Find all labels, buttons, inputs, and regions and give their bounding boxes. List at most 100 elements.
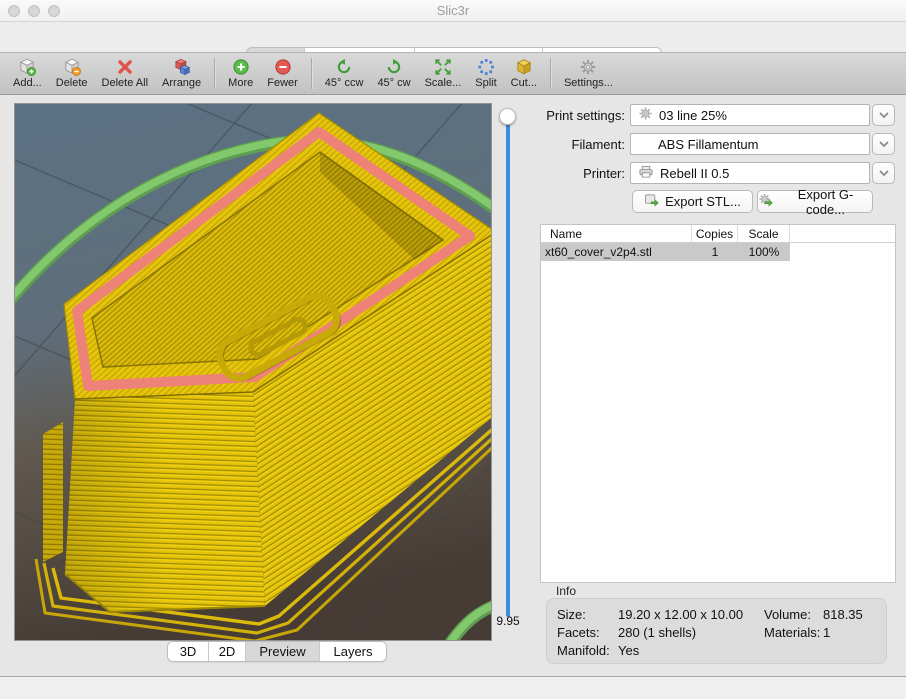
gear-icon bbox=[638, 106, 653, 124]
toolbar-separator bbox=[550, 58, 551, 89]
delete-box-icon bbox=[63, 58, 81, 76]
settings-label: Settings... bbox=[564, 77, 613, 89]
split-button[interactable]: Split bbox=[468, 56, 503, 91]
printer-dropdown-button[interactable] bbox=[872, 162, 895, 184]
split-label: Split bbox=[475, 77, 496, 89]
delete-all-button[interactable]: Delete All bbox=[95, 56, 155, 91]
fewer-minus-icon bbox=[274, 58, 292, 76]
chevron-down-icon bbox=[879, 170, 889, 177]
settings-button[interactable]: Settings... bbox=[557, 56, 620, 91]
gcode-preview-render bbox=[15, 104, 491, 640]
fewer-button[interactable]: Fewer bbox=[260, 56, 305, 91]
print-settings-label: Print settings: bbox=[500, 108, 625, 123]
print-settings-combo[interactable]: 03 line 25% bbox=[630, 104, 870, 126]
main-tabstrip: Plater Print Settings Filament Settings … bbox=[0, 22, 906, 52]
export-gcode-button[interactable]: Export G-code... bbox=[757, 190, 873, 213]
arrange-label: Arrange bbox=[162, 77, 201, 89]
delete-label: Delete bbox=[56, 77, 88, 89]
info-group-title: Info bbox=[556, 584, 576, 598]
column-header-name[interactable]: Name bbox=[541, 225, 692, 242]
add-button[interactable]: Add... bbox=[6, 56, 49, 91]
delete-all-label: Delete All bbox=[102, 77, 148, 89]
printer-icon bbox=[638, 164, 654, 182]
rotate-ccw-icon bbox=[335, 58, 353, 76]
plater-toolbar: Add... Delete Delete All Arrange More bbox=[0, 52, 906, 95]
materials-label: Materials: bbox=[764, 625, 820, 640]
volume-value: 818.35 bbox=[823, 607, 863, 622]
layer-slider-track[interactable] bbox=[506, 117, 510, 617]
print-settings-dropdown-button[interactable] bbox=[872, 104, 895, 126]
model-left-step bbox=[43, 422, 63, 562]
window-title: Slic3r bbox=[0, 3, 906, 18]
scale-button[interactable]: Scale... bbox=[418, 56, 469, 91]
size-label: Size: bbox=[557, 607, 586, 622]
fewer-label: Fewer bbox=[267, 77, 298, 89]
filament-label: Filament: bbox=[500, 137, 625, 152]
scale-label: Scale... bbox=[425, 77, 462, 89]
export-gcode-label: Export G-code... bbox=[779, 187, 872, 217]
split-dots-icon bbox=[477, 58, 495, 76]
add-label: Add... bbox=[13, 77, 42, 89]
delete-button[interactable]: Delete bbox=[49, 56, 95, 91]
object-name-cell: xt60_cover_v2p4.stl bbox=[541, 245, 692, 259]
layer-slider-value: 9.95 bbox=[486, 614, 530, 628]
info-box: Size: 19.20 x 12.00 x 10.00 Volume: 818.… bbox=[546, 598, 887, 664]
rotate-ccw-button[interactable]: 45° ccw bbox=[318, 56, 371, 91]
settings-gear-icon bbox=[579, 58, 597, 76]
manifold-value: Yes bbox=[618, 643, 639, 658]
export-gear-icon bbox=[758, 193, 774, 211]
column-header-filler bbox=[790, 225, 895, 242]
more-plus-icon bbox=[232, 58, 250, 76]
size-value: 19.20 x 12.00 x 10.00 bbox=[618, 607, 743, 622]
facets-value: 280 (1 shells) bbox=[618, 625, 696, 640]
export-stl-label: Export STL... bbox=[665, 194, 741, 209]
view-tab-layers[interactable]: Layers bbox=[319, 642, 386, 661]
print-settings-value: 03 line 25% bbox=[659, 108, 727, 123]
printer-value: Rebell II 0.5 bbox=[660, 166, 729, 181]
column-header-scale[interactable]: Scale bbox=[738, 225, 790, 242]
object-scale-cell: 100% bbox=[738, 245, 790, 259]
chevron-down-icon bbox=[879, 112, 889, 119]
rotate-cw-icon bbox=[385, 58, 403, 76]
rotate-ccw-label: 45° ccw bbox=[325, 77, 364, 89]
manifold-label: Manifold: bbox=[557, 643, 610, 658]
volume-label: Volume: bbox=[764, 607, 811, 622]
table-row[interactable]: xt60_cover_v2p4.stl 1 100% bbox=[541, 243, 790, 261]
plater-3d-viewport[interactable] bbox=[14, 103, 492, 641]
column-header-copies[interactable]: Copies bbox=[692, 225, 738, 242]
rotate-cw-button[interactable]: 45° cw bbox=[370, 56, 417, 91]
cut-label: Cut... bbox=[511, 77, 537, 89]
filament-value: ABS Fillamentum bbox=[658, 137, 758, 152]
object-copies-cell: 1 bbox=[692, 245, 738, 259]
printer-combo[interactable]: Rebell II 0.5 bbox=[630, 162, 870, 184]
delete-all-x-icon bbox=[116, 58, 134, 76]
objects-table[interactable]: Name Copies Scale xt60_cover_v2p4.stl 1 … bbox=[540, 224, 896, 583]
arrange-button[interactable]: Arrange bbox=[155, 56, 208, 91]
export-stl-button[interactable]: Export STL... bbox=[632, 190, 753, 213]
slic3r-window: Slic3r Plater Print Settings Filament Se… bbox=[0, 0, 906, 699]
export-box-icon bbox=[644, 193, 660, 211]
titlebar: Slic3r bbox=[0, 0, 906, 22]
view-tab-3d[interactable]: 3D bbox=[168, 642, 208, 661]
cut-box-icon bbox=[515, 58, 533, 76]
materials-value: 1 bbox=[823, 625, 830, 640]
arrange-cubes-icon bbox=[173, 58, 191, 76]
filament-dropdown-button[interactable] bbox=[872, 133, 895, 155]
printer-label: Printer: bbox=[500, 166, 625, 181]
filament-combo[interactable]: ABS Fillamentum bbox=[630, 133, 870, 155]
view-mode-tabs: 3D 2D Preview Layers bbox=[167, 641, 387, 662]
cut-button[interactable]: Cut... bbox=[504, 56, 544, 91]
statusbar bbox=[0, 677, 906, 699]
view-tab-2d[interactable]: 2D bbox=[208, 642, 245, 661]
more-label: More bbox=[228, 77, 253, 89]
objects-table-header: Name Copies Scale bbox=[541, 225, 895, 243]
scale-arrows-icon bbox=[434, 58, 452, 76]
view-tab-preview[interactable]: Preview bbox=[245, 642, 319, 661]
facets-label: Facets: bbox=[557, 625, 600, 640]
chevron-down-icon bbox=[879, 141, 889, 148]
add-box-icon bbox=[18, 58, 36, 76]
rotate-cw-label: 45° cw bbox=[377, 77, 410, 89]
toolbar-separator bbox=[311, 58, 312, 89]
toolbar-separator bbox=[214, 58, 215, 89]
more-button[interactable]: More bbox=[221, 56, 260, 91]
